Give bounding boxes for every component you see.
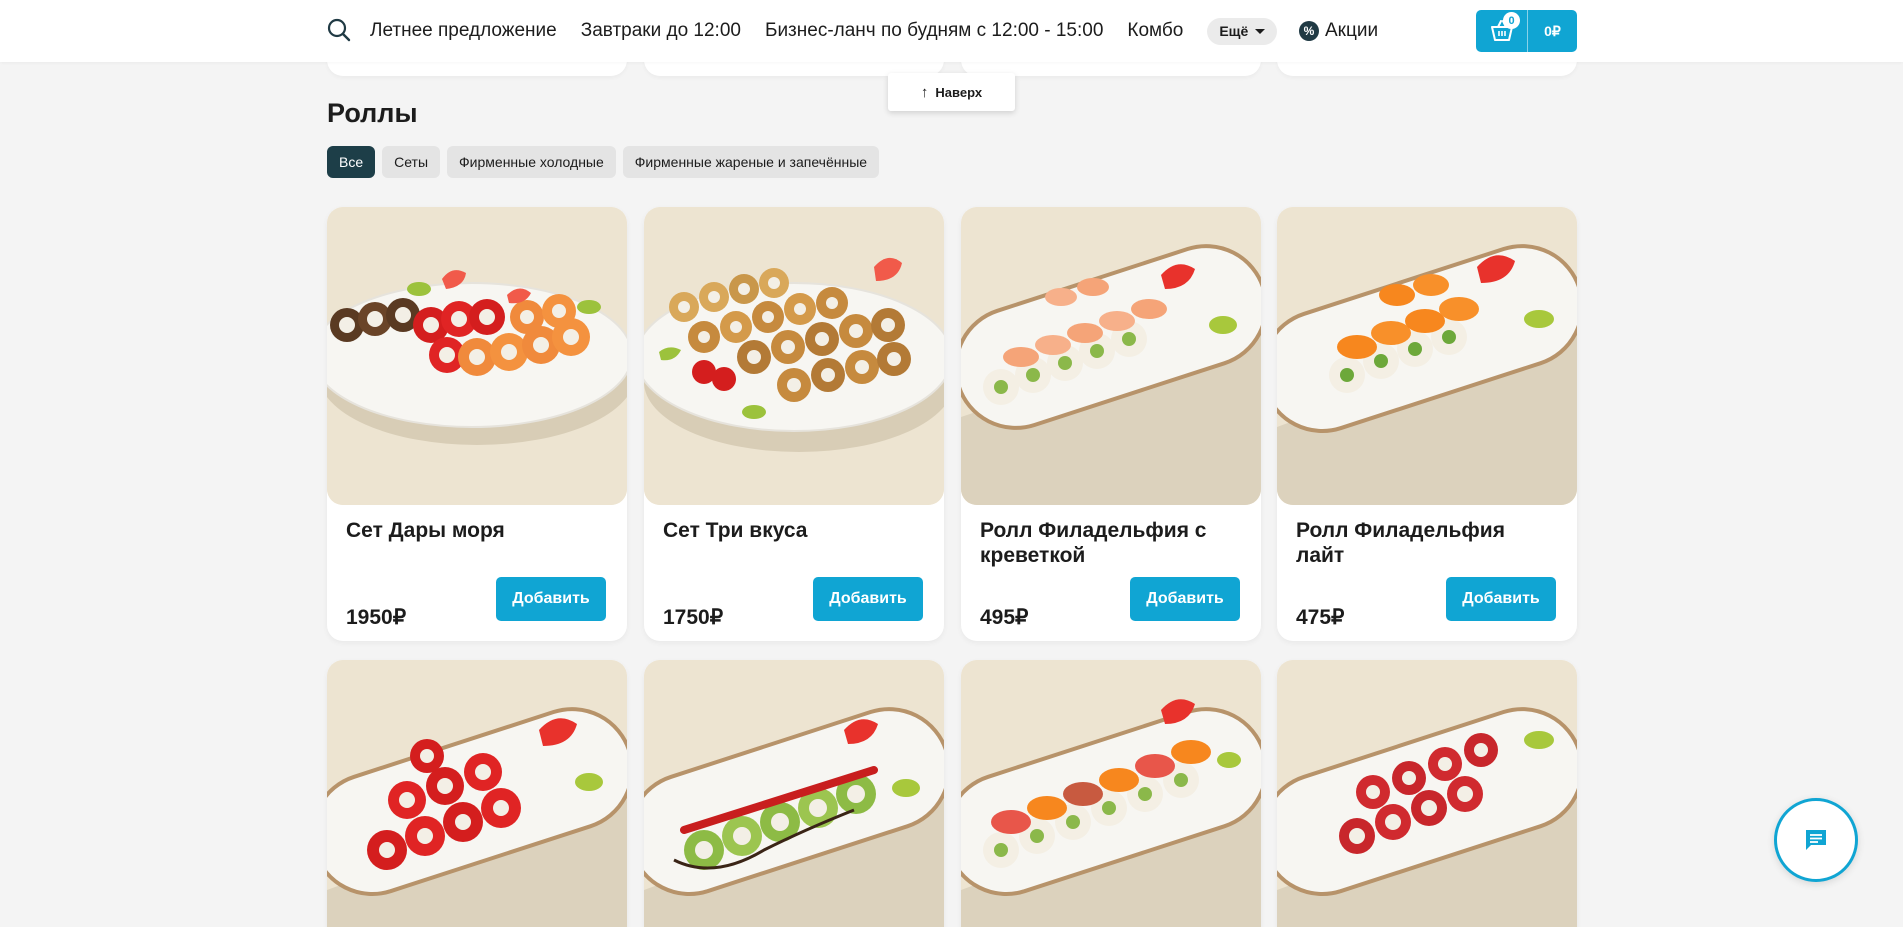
chat-icon	[1806, 830, 1826, 850]
category-filters: Все Сеты Фирменные холодные Фирменные жа…	[327, 146, 886, 178]
product-price: 475₽	[1296, 606, 1345, 629]
filter-chip-sets[interactable]: Сеты	[382, 146, 441, 178]
product-image[interactable]	[327, 660, 627, 927]
promo-label: Акции	[1325, 20, 1379, 41]
product-price: 495₽	[980, 606, 1029, 629]
product-name[interactable]: Сет Три вкуса	[663, 518, 925, 543]
product-card[interactable]: Сет Дары моря 1950₽ Добавить	[327, 207, 627, 641]
add-to-cart-button[interactable]: Добавить	[496, 577, 606, 621]
back-to-top-label: Наверх	[935, 84, 983, 100]
nav-item-combo[interactable]: Комбо	[1127, 20, 1183, 42]
cart-button[interactable]: 0 0₽	[1476, 10, 1577, 52]
product-card[interactable]	[1277, 660, 1577, 927]
product-name[interactable]: Сет Дары моря	[346, 518, 608, 543]
product-image[interactable]	[1277, 207, 1577, 505]
cart-total: 0₽	[1544, 22, 1561, 39]
product-card[interactable]	[327, 660, 627, 927]
search-button[interactable]	[326, 17, 352, 43]
caret-down-icon	[1255, 28, 1266, 34]
add-to-cart-button[interactable]: Добавить	[1130, 577, 1240, 621]
search-icon	[327, 18, 351, 42]
add-to-cart-button[interactable]: Добавить	[813, 577, 923, 621]
product-image[interactable]	[961, 660, 1261, 927]
filter-chip-signature-cold[interactable]: Фирменные холодные	[447, 146, 616, 178]
back-to-top-button[interactable]: ↑ Наверх	[888, 73, 1015, 111]
more-label: Ещё	[1219, 23, 1249, 39]
product-name[interactable]: Ролл Филадельфия с креветкой	[980, 518, 1242, 568]
product-card[interactable]: Ролл Филадельфия лайт 475₽ Добавить	[1277, 207, 1577, 641]
filter-chip-signature-fried-baked[interactable]: Фирменные жареные и запечённые	[622, 146, 880, 178]
site-header: Летнее предложение Завтраки до 12:00 Биз…	[0, 0, 1903, 62]
cart-icon-area: 0	[1476, 10, 1528, 52]
product-image[interactable]	[327, 207, 627, 505]
arrow-up-icon: ↑	[920, 83, 929, 101]
cart-count-badge: 0	[1503, 12, 1520, 29]
product-image[interactable]	[1277, 660, 1577, 927]
product-price: 1950₽	[346, 606, 407, 629]
more-dropdown[interactable]: Ещё	[1207, 17, 1278, 45]
add-to-cart-button[interactable]: Добавить	[1446, 577, 1556, 621]
nav-item-breakfast[interactable]: Завтраки до 12:00	[581, 20, 741, 42]
product-name[interactable]: Ролл Филадельфия лайт	[1296, 518, 1558, 568]
chat-button[interactable]	[1774, 798, 1858, 882]
product-card[interactable]	[644, 660, 944, 927]
nav-item-business-lunch[interactable]: Бизнес-ланч по будням с 12:00 - 15:00	[765, 20, 1103, 42]
product-card[interactable]: Ролл Филадельфия с креветкой 495₽ Добави…	[961, 207, 1261, 641]
product-image[interactable]	[644, 660, 944, 927]
product-card[interactable]	[961, 660, 1261, 927]
product-image[interactable]	[644, 207, 944, 505]
percent-icon: %	[1299, 21, 1319, 41]
filter-chip-all[interactable]: Все	[327, 146, 376, 178]
product-price: 1750₽	[663, 606, 724, 629]
product-image[interactable]	[961, 207, 1261, 505]
promo-link[interactable]: % Акции	[1299, 20, 1378, 42]
product-card[interactable]: Сет Три вкуса 1750₽ Добавить	[644, 207, 944, 641]
section-title: Роллы	[327, 98, 418, 128]
nav-item-summer-offer[interactable]: Летнее предложение	[370, 20, 557, 42]
main-nav: Летнее предложение Завтраки до 12:00 Биз…	[370, 0, 1278, 62]
